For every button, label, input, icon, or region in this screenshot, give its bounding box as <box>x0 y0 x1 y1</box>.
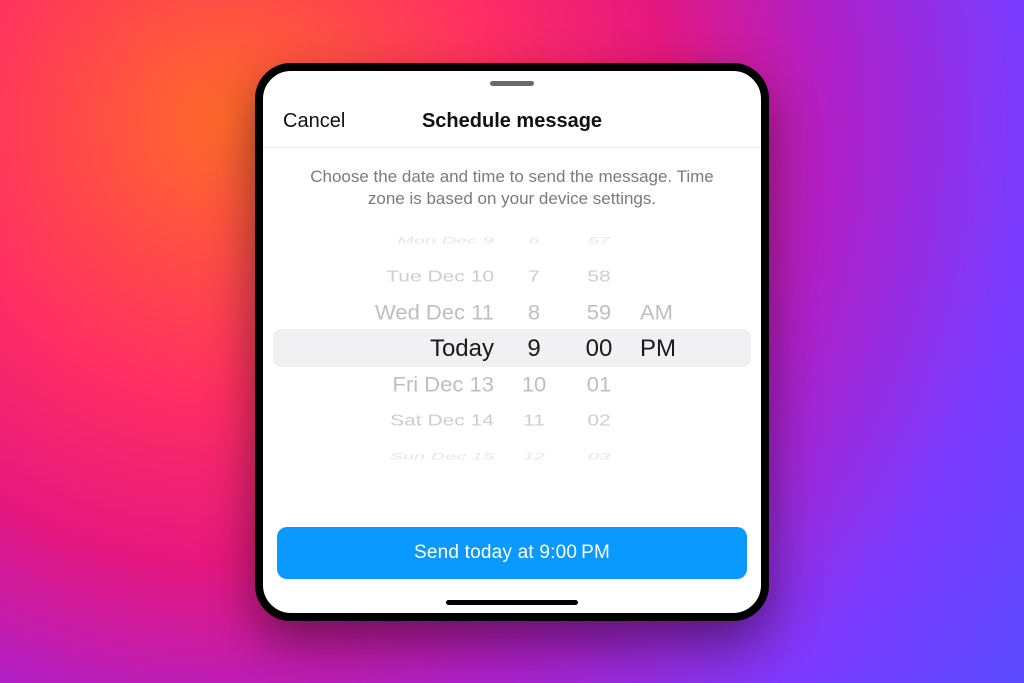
gradient-background: Cancel Schedule message Choose the date … <box>0 0 1024 683</box>
picker-ampm-option[interactable]: AM <box>640 295 673 329</box>
picker-hour-option[interactable]: 12 <box>523 449 545 465</box>
picker-minute-option[interactable]: 02 <box>587 408 610 435</box>
picker-hour-option[interactable]: 8 <box>528 296 540 330</box>
picker-hour-selected[interactable]: 9 <box>527 331 540 367</box>
picker-hour-option[interactable]: 6 <box>528 233 539 249</box>
instruction-text: Choose the date and time to send the mes… <box>263 148 761 224</box>
speaker-notch <box>490 81 534 86</box>
picker-column-ampm[interactable]: AM PM <box>634 223 700 473</box>
picker-hour-option[interactable]: 11 <box>523 408 545 435</box>
picker-minute-option[interactable]: 59 <box>587 296 611 330</box>
modal-title: Schedule message <box>422 110 602 133</box>
picker-date-option[interactable]: Tue Dec 10 <box>386 264 494 291</box>
cancel-button[interactable]: Cancel <box>283 110 345 133</box>
picker-minute-option[interactable]: 01 <box>587 368 611 402</box>
picker-date-option[interactable]: Wed Dec 11 <box>375 296 494 330</box>
picker-date-option[interactable]: Mon Dec 9 <box>397 233 494 249</box>
picker-column-hour[interactable]: 6 7 8 9 10 11 12 <box>504 223 564 473</box>
footer: Send today at 9:00 PM <box>277 527 747 579</box>
picker-date-option[interactable]: Sun Dec 15 <box>389 449 494 465</box>
picker-date-selected[interactable]: Today <box>430 331 494 367</box>
home-indicator[interactable] <box>446 600 578 605</box>
picker-column-minute[interactable]: 57 58 59 00 01 02 03 <box>564 223 634 473</box>
send-button[interactable]: Send today at 9:00 PM <box>277 527 747 579</box>
picker-ampm-selected[interactable]: PM <box>640 331 676 367</box>
picker-minute-option[interactable]: 57 <box>588 233 610 249</box>
picker-minute-option[interactable]: 03 <box>588 449 610 465</box>
picker-date-option[interactable]: Sat Dec 14 <box>390 408 494 435</box>
picker-minute-option[interactable]: 58 <box>587 264 610 291</box>
datetime-picker[interactable]: Mon Dec 9 Tue Dec 10 Wed Dec 11 Today Fr… <box>263 223 761 473</box>
phone-frame: Cancel Schedule message Choose the date … <box>255 63 769 621</box>
picker-column-date[interactable]: Mon Dec 9 Tue Dec 10 Wed Dec 11 Today Fr… <box>324 223 504 473</box>
modal-header: Cancel Schedule message <box>263 97 761 148</box>
picker-hour-option[interactable]: 7 <box>528 264 540 291</box>
picker-hour-option[interactable]: 10 <box>522 368 546 402</box>
picker-date-option[interactable]: Fri Dec 13 <box>393 368 494 402</box>
picker-minute-selected[interactable]: 00 <box>586 331 613 367</box>
